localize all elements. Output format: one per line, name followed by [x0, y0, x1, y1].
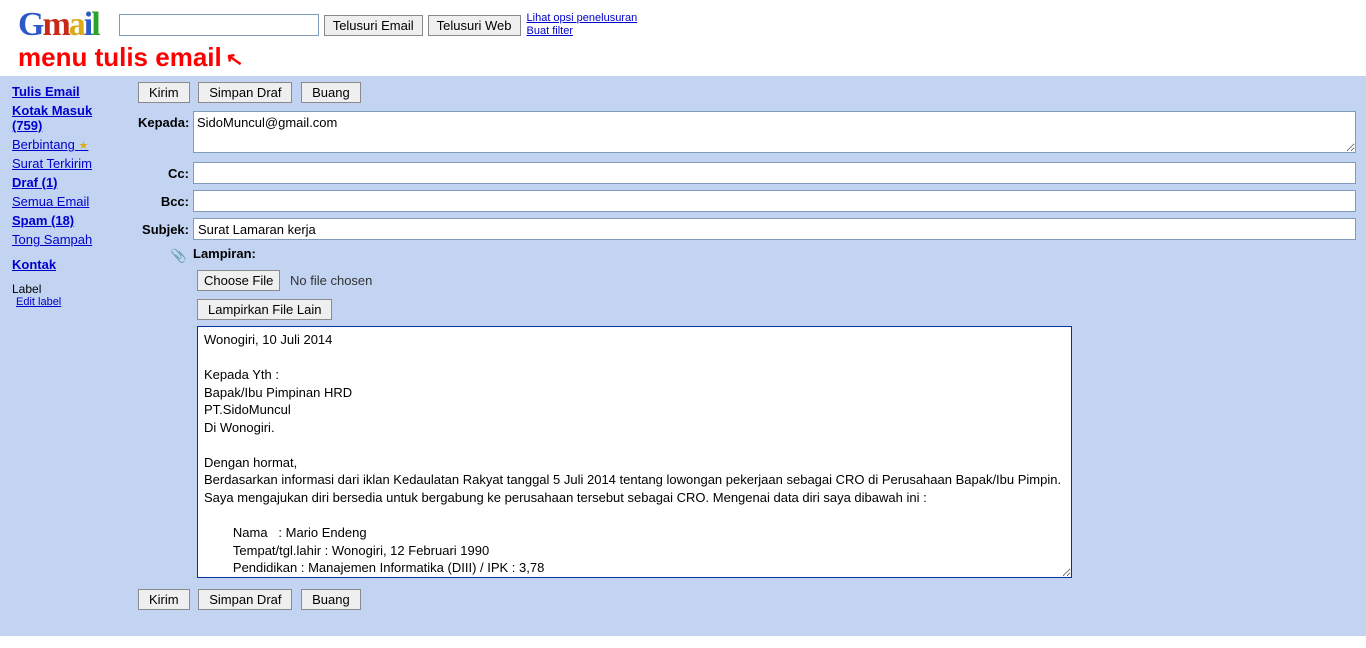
save-draft-button[interactable]: Simpan Draf [198, 82, 292, 103]
sidebar-trash[interactable]: Tong Sampah [12, 232, 118, 247]
search-web-button[interactable]: Telusuri Web [428, 15, 521, 36]
search-mail-button[interactable]: Telusuri Email [324, 15, 423, 36]
field-bcc: Bcc: [138, 190, 1356, 212]
cc-label: Cc: [138, 162, 193, 181]
body-area [197, 326, 1356, 581]
save-draft-button-bottom[interactable]: Simpan Draf [198, 589, 292, 610]
arrow-icon: ↖ [224, 46, 245, 74]
search-input[interactable] [119, 14, 319, 36]
link-search-options[interactable]: Lihat opsi penelusuran [527, 12, 638, 25]
no-file-text: No file chosen [290, 273, 372, 288]
send-button[interactable]: Kirim [138, 82, 190, 103]
star-icon: ★ [79, 140, 89, 152]
sidebar-edit-label[interactable]: Edit label [16, 296, 118, 308]
field-cc: Cc: [138, 162, 1356, 184]
attach-label: Lampiran: [193, 246, 1356, 261]
paperclip-icon: 📎 [171, 248, 187, 263]
to-label: Kepada: [138, 111, 193, 130]
subject-input[interactable] [193, 218, 1356, 240]
send-button-bottom[interactable]: Kirim [138, 589, 190, 610]
bcc-label: Bcc: [138, 190, 193, 209]
attach-more-button[interactable]: Lampirkan File Lain [197, 299, 332, 320]
subject-label: Subjek: [138, 218, 193, 237]
header: Gmail Telusuri Email Telusuri Web Lihat … [0, 0, 1366, 46]
sidebar-all[interactable]: Semua Email [12, 194, 118, 209]
sidebar-starred[interactable]: Berbintang ★ [12, 137, 118, 152]
toolbar-top: Kirim Simpan Draf Buang [138, 82, 1356, 103]
field-to: Kepada: [138, 111, 1356, 156]
cc-input[interactable] [193, 162, 1356, 184]
discard-button[interactable]: Buang [301, 82, 361, 103]
top-links: Lihat opsi penelusuran Buat filter [527, 12, 638, 38]
toolbar-bottom: Kirim Simpan Draf Buang [138, 589, 1356, 610]
sidebar-label-heading: Label [12, 282, 118, 296]
field-attach: 📎 Lampiran: [138, 246, 1356, 264]
sidebar-inbox[interactable]: Kotak Masuk (759) [12, 103, 118, 133]
sidebar: Tulis Email Kotak Masuk (759) Berbintang… [0, 76, 128, 636]
sidebar-compose[interactable]: Tulis Email [12, 84, 118, 99]
sidebar-drafts[interactable]: Draf (1) [12, 175, 118, 190]
gmail-logo: Gmail [18, 6, 99, 44]
content-container: Tulis Email Kotak Masuk (759) Berbintang… [0, 76, 1366, 636]
discard-button-bottom[interactable]: Buang [301, 589, 361, 610]
sidebar-spam[interactable]: Spam (18) [12, 213, 118, 228]
compose-panel: Kirim Simpan Draf Buang Kepada: Cc: Bcc:… [128, 76, 1366, 636]
link-create-filter[interactable]: Buat filter [527, 25, 638, 38]
attach-area: Choose File No file chosen Lampirkan Fil… [197, 270, 1356, 320]
field-subject: Subjek: [138, 218, 1356, 240]
sidebar-contacts[interactable]: Kontak [12, 257, 118, 272]
to-input[interactable] [193, 111, 1356, 153]
bcc-input[interactable] [193, 190, 1356, 212]
body-textarea[interactable] [197, 326, 1072, 578]
sidebar-sent[interactable]: Surat Terkirim [12, 156, 118, 171]
annotation-menu-tulis-email: menu tulis email↖ [18, 42, 243, 73]
choose-file-button[interactable]: Choose File [197, 270, 280, 291]
